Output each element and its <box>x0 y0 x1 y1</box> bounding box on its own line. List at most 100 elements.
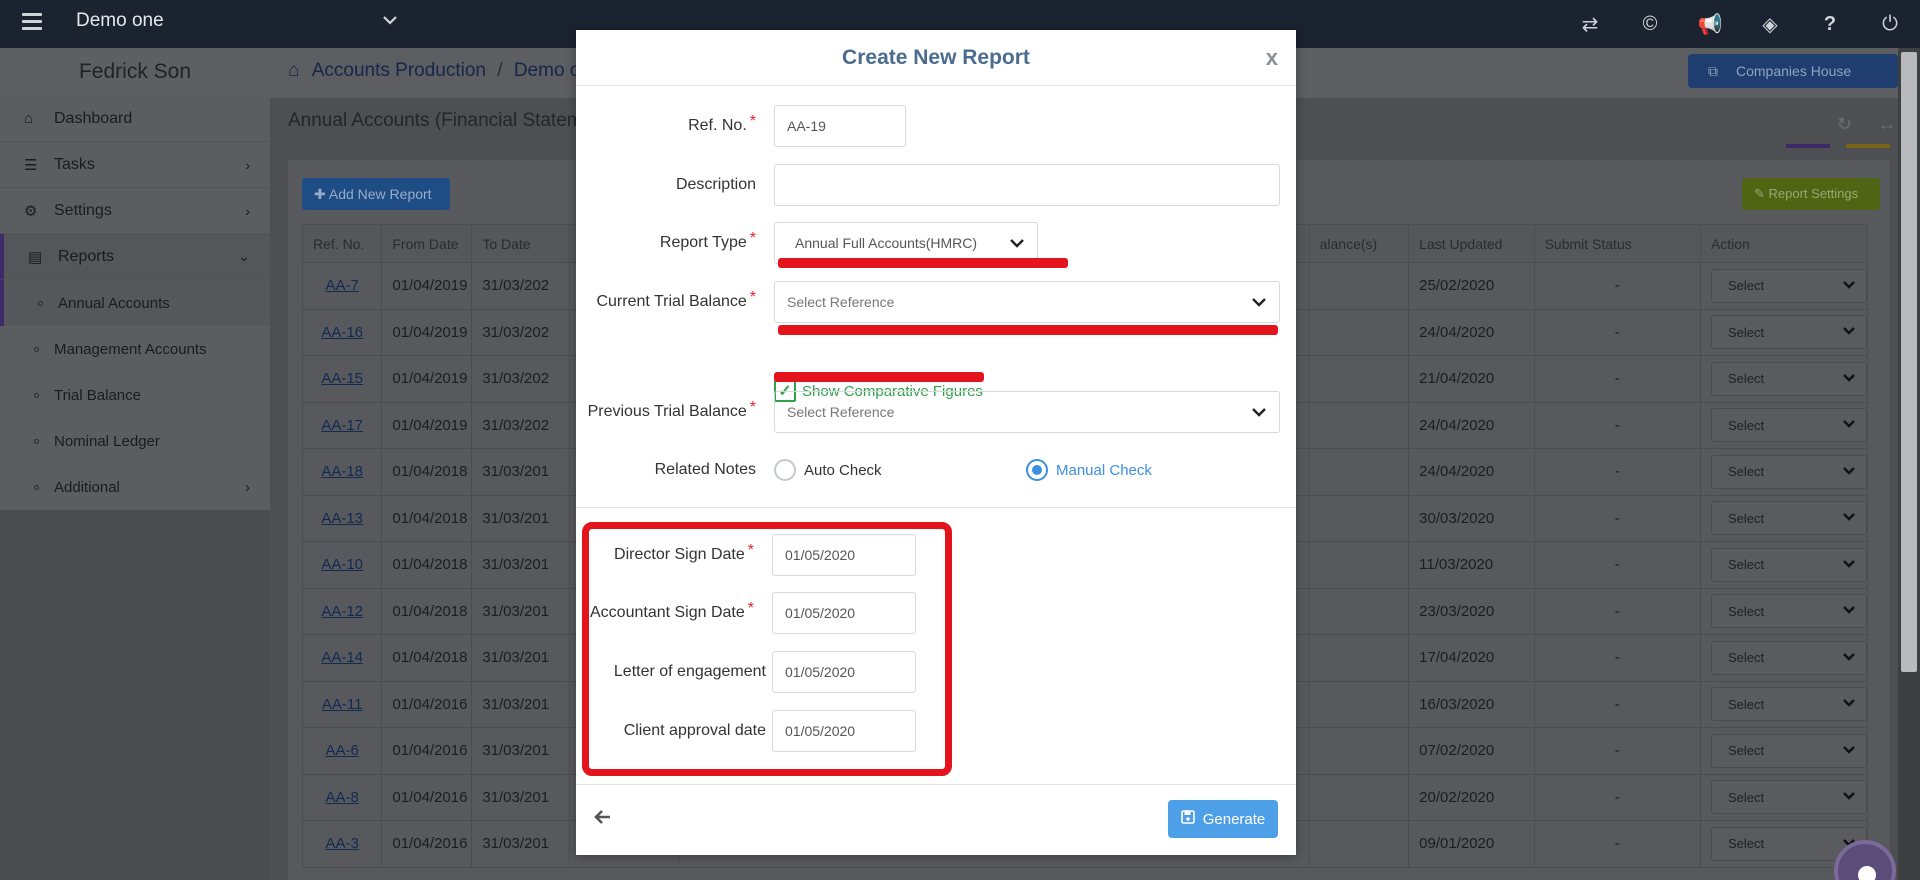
copyright-icon[interactable]: © <box>1620 13 1680 36</box>
last-updated-cell: 20/02/2020 <box>1408 773 1535 821</box>
submit-status-cell: - <box>1533 634 1701 682</box>
power-icon[interactable]: ⏻ <box>1860 13 1920 36</box>
modal-header: Create New Report x <box>576 30 1296 86</box>
client-approval-date-input[interactable] <box>772 710 916 752</box>
edit-icon: ✎ <box>1754 186 1769 201</box>
close-icon[interactable]: x <box>1266 30 1278 86</box>
ref-link[interactable]: AA-7 <box>301 262 383 310</box>
hamburger-menu-icon[interactable] <box>22 13 42 31</box>
from-date-cell: 01/04/2016 <box>381 820 473 868</box>
add-new-report-button[interactable]: ✚ Add New Report <box>302 178 450 210</box>
breadcrumb: ⌂ Accounts Production / Demo on <box>288 60 591 81</box>
ref-link[interactable]: AA-17 <box>301 401 383 449</box>
sidebar-item-label: Tasks <box>54 155 95 173</box>
action-select-value: Select <box>1727 743 1765 759</box>
action-select[interactable]: Select <box>1710 594 1867 629</box>
back-arrow-icon[interactable] <box>594 808 612 831</box>
sidebar-subitem-annual-accounts[interactable]: Annual Accounts <box>0 280 270 326</box>
action-select-value: Select <box>1727 650 1765 666</box>
action-select[interactable]: Select <box>1710 268 1867 303</box>
manual-check-radio[interactable]: Manual Check <box>1026 459 1152 481</box>
last-updated-cell: 07/02/2020 <box>1408 727 1535 775</box>
action-select[interactable]: Select <box>1710 408 1867 443</box>
action-cell: Select <box>1699 262 1869 310</box>
action-select-value: Select <box>1727 324 1765 340</box>
ref-link[interactable]: AA-14 <box>301 634 383 682</box>
action-select[interactable]: Select <box>1710 547 1867 582</box>
action-select[interactable]: Select <box>1710 315 1867 350</box>
action-cell: Select <box>1699 773 1869 821</box>
sidebar-item-settings[interactable]: ⚙ Settings › <box>0 188 270 234</box>
report-settings-button[interactable]: ✎ Report Settings <box>1742 178 1880 210</box>
action-select[interactable]: Select <box>1710 640 1867 675</box>
ref-link[interactable]: AA-10 <box>301 541 383 589</box>
companies-house-button[interactable]: ⧉ Companies House <box>1688 54 1898 88</box>
chevron-down-icon <box>1842 416 1856 434</box>
action-cell: Select <box>1699 634 1869 682</box>
sidebar-item-dashboard[interactable]: ⌂ Dashboard <box>0 96 270 142</box>
action-select[interactable]: Select <box>1710 361 1867 396</box>
last-updated-cell: 24/04/2020 <box>1408 401 1535 449</box>
transfer-icon[interactable]: ⇄ <box>1560 12 1620 37</box>
generate-button[interactable]: Generate <box>1168 800 1278 838</box>
ref-link[interactable]: AA-18 <box>301 448 383 496</box>
chevron-down-icon <box>1842 742 1856 760</box>
sidebar-item-label: Settings <box>54 201 112 219</box>
sidebar-subitem-label: Annual Accounts <box>58 294 170 312</box>
sidebar-item-tasks[interactable]: ☰ Tasks › <box>0 142 270 188</box>
sidebar-subitem-nominal-ledger[interactable]: Nominal Ledger <box>0 418 270 464</box>
table-cell <box>1308 355 1410 403</box>
ref-link[interactable]: AA-16 <box>301 308 383 356</box>
chevron-down-icon <box>1842 463 1856 481</box>
ref-link[interactable]: AA-13 <box>301 494 383 542</box>
refresh-icon[interactable]: ↻ <box>1837 114 1852 135</box>
auto-check-radio[interactable]: Auto Check <box>774 459 882 481</box>
sidebar-subitem-additional[interactable]: Additional › <box>0 464 270 510</box>
previous-trial-balance-select[interactable]: Select Reference <box>774 391 1280 433</box>
company-dropdown-chevron-icon[interactable] <box>382 12 398 32</box>
tag-icon[interactable]: ◈ <box>1740 12 1800 37</box>
report-icon: ▤ <box>28 248 43 266</box>
ref-link[interactable]: AA-15 <box>301 355 383 403</box>
action-select[interactable]: Select <box>1710 687 1867 722</box>
sidebar-subitem-trial-balance[interactable]: Trial Balance <box>0 372 270 418</box>
action-select[interactable]: Select <box>1710 780 1867 815</box>
home-icon[interactable]: ⌂ <box>288 60 299 81</box>
sidebar-item-reports[interactable]: ▤ Reports ⌄ <box>0 234 270 280</box>
current-trial-balance-select[interactable]: Select Reference <box>774 281 1280 323</box>
breadcrumb-home[interactable]: Accounts Production <box>312 60 486 81</box>
megaphone-icon[interactable]: 📢 <box>1680 12 1740 37</box>
submit-status-cell: - <box>1533 262 1701 310</box>
current-trial-balance-placeholder: Select Reference <box>787 294 895 310</box>
from-date-cell: 01/04/2018 <box>381 634 473 682</box>
letter-of-engagement-input[interactable] <box>772 651 916 693</box>
user-name: Fedrick Son <box>0 48 270 96</box>
table-cell <box>1308 494 1410 542</box>
company-name[interactable]: Demo one <box>76 10 164 32</box>
page-scrollbar[interactable] <box>1898 48 1920 880</box>
action-select[interactable]: Select <box>1710 454 1867 489</box>
letter-of-engagement-label: Letter of engagement <box>613 663 766 680</box>
action-select[interactable]: Select <box>1710 733 1867 768</box>
sidebar-subitem-management-accounts[interactable]: Management Accounts <box>0 326 270 372</box>
ref-link[interactable]: AA-11 <box>301 680 383 728</box>
help-icon[interactable]: ? <box>1800 13 1860 36</box>
ref-link[interactable]: AA-3 <box>301 820 383 868</box>
to-date-cell: 31/03/201 <box>471 727 571 775</box>
red-annotation-line <box>774 372 984 382</box>
sidebar-subitem-label: Trial Balance <box>54 386 141 404</box>
submit-status-cell: - <box>1533 587 1701 635</box>
ref-link[interactable]: AA-6 <box>301 727 383 775</box>
director-sign-date-input[interactable] <box>772 534 916 576</box>
action-cell: Select <box>1699 587 1869 635</box>
description-input[interactable] <box>774 164 1280 206</box>
action-select[interactable]: Select <box>1710 501 1867 536</box>
ref-link[interactable]: AA-8 <box>301 773 383 821</box>
action-select-value: Select <box>1727 603 1765 619</box>
ref-no-input[interactable] <box>774 105 906 147</box>
from-date-cell: 01/04/2019 <box>381 401 473 449</box>
accountant-sign-date-input[interactable] <box>772 592 916 634</box>
to-date-cell: 31/03/201 <box>471 541 571 589</box>
expand-icon[interactable]: ↔ <box>1878 114 1896 135</box>
ref-link[interactable]: AA-12 <box>301 587 383 635</box>
